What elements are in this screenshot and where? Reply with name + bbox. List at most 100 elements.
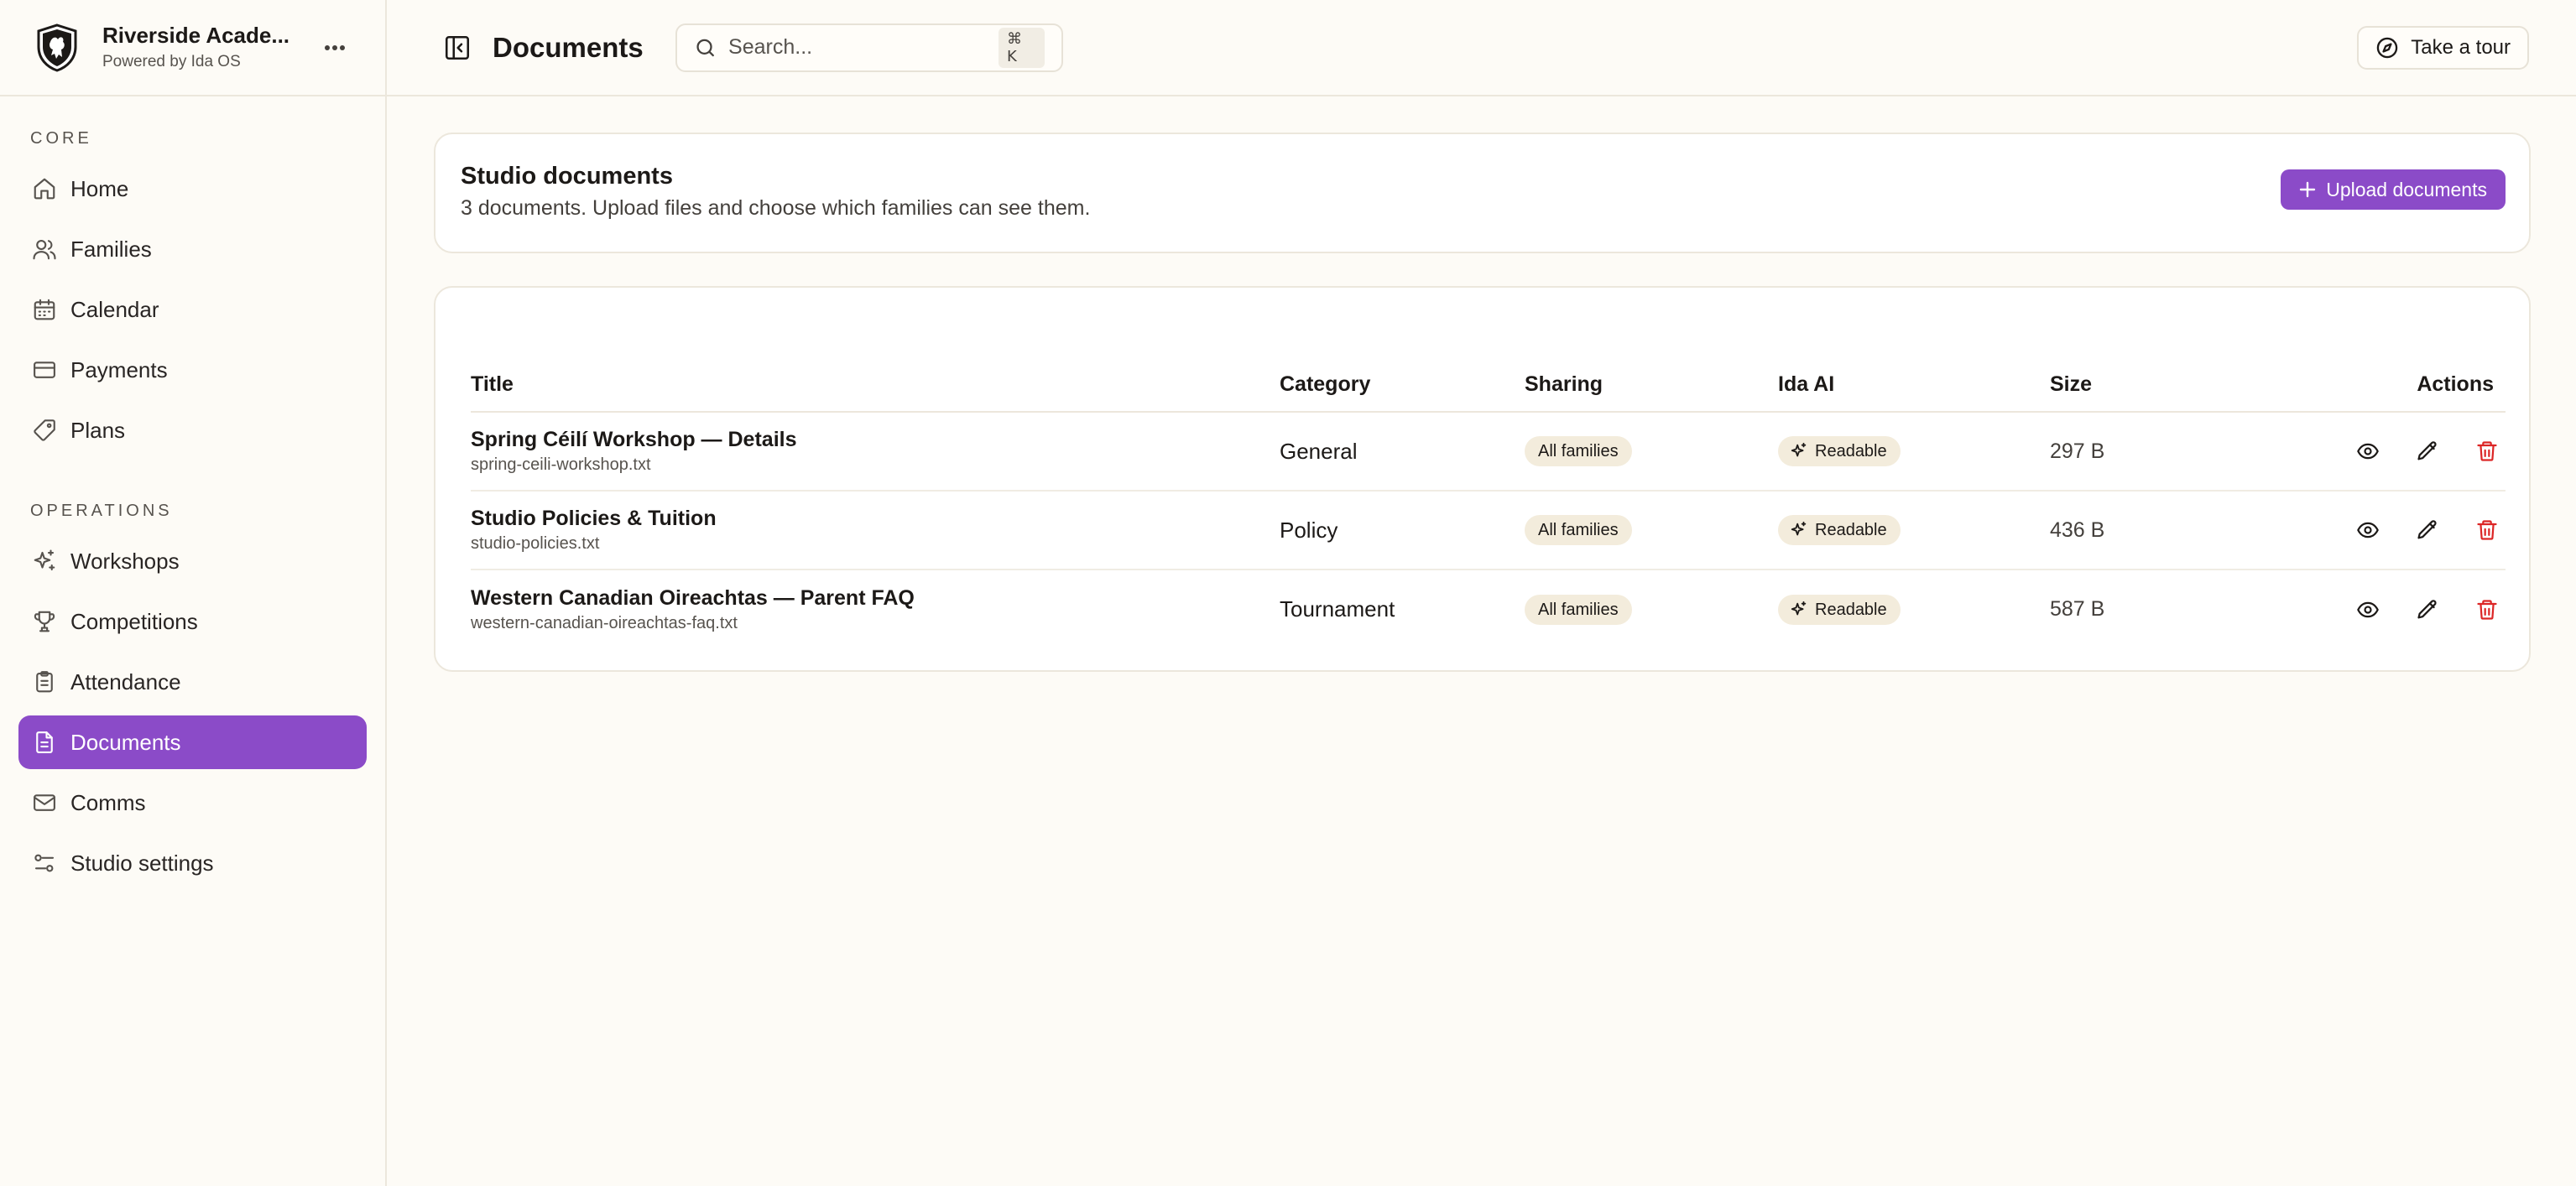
ai-readable-badge: Readable xyxy=(1778,436,1901,466)
delete-document-button[interactable] xyxy=(2469,433,2506,470)
cell-ida-ai: Readable xyxy=(1778,570,2050,648)
sharing-badge: All families xyxy=(1525,515,1632,545)
edit-document-button[interactable] xyxy=(2409,512,2446,549)
column-header-sharing[interactable]: Sharing xyxy=(1525,358,1778,413)
pencil-icon xyxy=(2417,599,2437,618)
view-document-button[interactable] xyxy=(2349,591,2386,628)
summary-title: Studio documents xyxy=(461,163,673,190)
sidebar-item-families[interactable]: Families xyxy=(18,222,367,276)
cell-actions xyxy=(2226,570,2506,648)
sidebar-item-studio-settings[interactable]: Studio settings xyxy=(18,836,367,890)
ai-status-label: Readable xyxy=(1815,521,1887,539)
ai-readable-badge: Readable xyxy=(1778,515,1901,545)
sidebar-item-workshops[interactable]: Workshops xyxy=(18,534,367,588)
home-icon xyxy=(34,178,55,200)
edit-document-button[interactable] xyxy=(2409,591,2446,628)
search-input[interactable] xyxy=(728,35,999,60)
document-title[interactable]: Studio Policies & Tuition xyxy=(471,505,1280,532)
sparkles-icon xyxy=(34,549,55,571)
summary-subtitle: 3 documents. Upload files and choose whi… xyxy=(461,196,1091,220)
search-box[interactable]: ⌘ K xyxy=(675,23,1063,72)
cell-sharing: All families xyxy=(1525,412,1778,492)
trash-icon xyxy=(2477,599,2497,620)
trophy-icon xyxy=(34,611,55,632)
view-document-button[interactable] xyxy=(2349,433,2386,470)
document-filename: western-canadian-oireachtas-faq.txt xyxy=(471,613,738,632)
cell-sharing: All families xyxy=(1525,491,1778,570)
nav-section-core: CORE Home Families Calendar Payments Pla… xyxy=(0,122,385,457)
mail-icon xyxy=(34,794,55,811)
ai-status-label: Readable xyxy=(1815,442,1887,460)
delete-document-button[interactable] xyxy=(2469,591,2506,628)
sidebar-item-calendar[interactable]: Calendar xyxy=(18,283,367,336)
brand-subtitle: Powered by Ida OS xyxy=(102,52,241,70)
cell-actions xyxy=(2226,491,2506,570)
tag-icon xyxy=(34,419,55,441)
column-header-category[interactable]: Category xyxy=(1280,358,1525,413)
delete-document-button[interactable] xyxy=(2469,512,2506,549)
column-header-title[interactable]: Title xyxy=(471,358,1280,413)
sidebar-item-payments[interactable]: Payments xyxy=(18,343,367,397)
sidebar-item-label: Home xyxy=(70,175,129,201)
cell-title: Studio Policies & Tuition studio-policie… xyxy=(471,491,1280,570)
sidebar-item-home[interactable]: Home xyxy=(18,162,367,216)
sidebar-item-label: Comms xyxy=(70,789,146,815)
sparkles-icon xyxy=(1791,442,1807,457)
cell-category: Policy xyxy=(1280,491,1525,570)
sparkles-icon xyxy=(1791,521,1807,536)
sidebar-item-competitions[interactable]: Competitions xyxy=(18,595,367,648)
sidebar-item-label: Calendar xyxy=(70,296,159,322)
take-a-tour-label: Take a tour xyxy=(2411,35,2511,59)
edit-document-button[interactable] xyxy=(2409,433,2446,470)
upload-documents-button[interactable]: Upload documents xyxy=(2281,169,2506,210)
cell-actions xyxy=(2226,412,2506,492)
view-document-button[interactable] xyxy=(2349,512,2386,549)
table-row[interactable]: Western Canadian Oireachtas — Parent FAQ… xyxy=(471,570,2506,648)
eye-icon xyxy=(2356,601,2379,617)
column-header-actions: Actions xyxy=(2226,358,2506,413)
sparkles-icon xyxy=(1791,601,1807,615)
cell-category: Tournament xyxy=(1280,596,1395,622)
brand-header[interactable]: Riverside Acade... Powered by Ida OS xyxy=(0,0,385,96)
documents-table: Title Category Sharing Ida AI Size Actio… xyxy=(471,358,2506,648)
sidebar-item-comms[interactable]: Comms xyxy=(18,776,367,830)
document-title[interactable]: Spring Céilí Workshop — Details xyxy=(471,426,1280,453)
table-header-row: Title Category Sharing Ida AI Size Actio… xyxy=(471,358,2506,413)
sharing-badge: All families xyxy=(1525,594,1632,625)
credit-card-icon xyxy=(34,362,55,378)
sharing-badge: All families xyxy=(1525,436,1632,466)
top-bar: Documents ⌘ K Take a tour xyxy=(387,0,2576,96)
sidebar-toggle-icon[interactable] xyxy=(441,31,474,65)
nav-section-operations: OPERATIONS Workshops Competitions Attend… xyxy=(0,494,385,890)
document-filename: studio-policies.txt xyxy=(471,534,600,553)
brand-name: Riverside Acade... xyxy=(102,22,290,48)
cell-category: General xyxy=(1280,412,1525,492)
clipboard-icon xyxy=(36,671,53,693)
column-header-size[interactable]: Size xyxy=(2050,358,2226,413)
pencil-icon xyxy=(2417,520,2437,539)
page-title: Documents xyxy=(493,31,644,63)
upload-documents-label: Upload documents xyxy=(2326,178,2487,200)
sidebar: Riverside Acade... Powered by Ida OS COR… xyxy=(0,0,387,1186)
ai-status-label: Readable xyxy=(1815,600,1887,619)
column-header-ida-ai[interactable]: Ida AI xyxy=(1778,358,2050,413)
documents-summary-card: Studio documents 3 documents. Upload fil… xyxy=(434,133,2531,253)
sidebar-item-plans[interactable]: Plans xyxy=(18,403,367,457)
table-row[interactable]: Spring Céilí Workshop — Details spring-c… xyxy=(471,412,2506,492)
compass-icon xyxy=(2377,37,2398,58)
table-row[interactable]: Studio Policies & Tuition studio-policie… xyxy=(471,491,2506,570)
take-a-tour-button[interactable]: Take a tour xyxy=(2357,25,2529,70)
eye-icon xyxy=(2356,522,2379,538)
shield-logo-icon xyxy=(37,23,77,72)
nav-heading-core: CORE xyxy=(30,129,92,148)
sidebar-item-label: Studio settings xyxy=(70,850,214,876)
sidebar-item-documents[interactable]: Documents xyxy=(18,715,367,769)
sidebar-item-label: Documents xyxy=(70,729,181,755)
document-title[interactable]: Western Canadian Oireachtas — Parent FAQ xyxy=(471,585,1280,611)
cell-ida-ai: Readable xyxy=(1778,491,2050,570)
sidebar-item-label: Families xyxy=(70,236,152,262)
sidebar-item-attendance[interactable]: Attendance xyxy=(18,655,367,709)
document-filename: spring-ceili-workshop.txt xyxy=(471,455,651,474)
trash-icon xyxy=(2477,441,2497,461)
more-options-icon[interactable] xyxy=(318,31,352,65)
